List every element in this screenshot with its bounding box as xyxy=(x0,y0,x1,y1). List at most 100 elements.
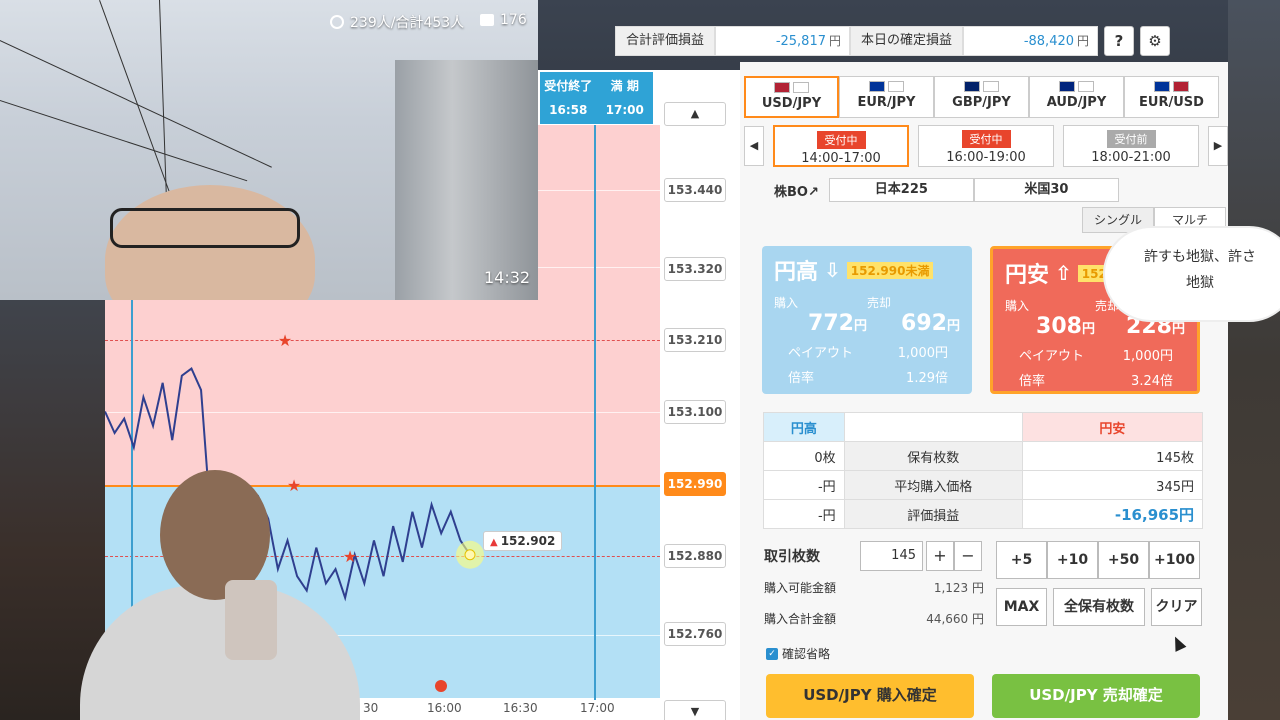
price-tick: 153.100 xyxy=(664,400,726,424)
quantity-input[interactable]: 145 xyxy=(860,541,923,571)
buy-price: 308 xyxy=(1036,314,1082,339)
help-button[interactable]: ? xyxy=(1104,26,1135,56)
quantity-plus-button[interactable]: + xyxy=(926,541,954,571)
cloud-line: 地獄 xyxy=(1186,275,1214,291)
payout-label: ペイアウト xyxy=(788,346,854,361)
table-row: -円 評価損益 -16,965円 xyxy=(763,499,1204,529)
pair-label: EUR/USD xyxy=(1139,95,1204,110)
stats-low-value: -16,965円 xyxy=(1021,499,1204,529)
au-flag-icon xyxy=(1059,81,1075,92)
time-slot[interactable]: 受付中 14:00-17:00 xyxy=(773,125,909,167)
jp-flag-icon xyxy=(983,81,999,92)
settings-button[interactable]: ⚙ xyxy=(1140,26,1171,56)
pair-tab-gbpjpy[interactable]: GBP/JPY xyxy=(934,76,1029,118)
increment-100-button[interactable]: +100 xyxy=(1149,541,1200,579)
slot-time: 16:00-19:00 xyxy=(946,150,1026,165)
expiry-label: 満 期 xyxy=(610,79,639,93)
up-triangle-icon: ▲ xyxy=(490,537,498,548)
yen-unit: 円 xyxy=(829,34,842,48)
scroll-down-button[interactable]: ▼ xyxy=(664,700,726,720)
pnl-bar: 合計評価損益 -25,817 円 本日の確定損益 -88,420 円 ? ⚙ xyxy=(615,24,1228,58)
stock-bo-row: 株BO↗ 日本225 米国30 xyxy=(774,178,1119,202)
available-amount-row: 購入可能金額 1,123 円 xyxy=(764,579,984,596)
payout-value: 1,000円 xyxy=(897,346,948,361)
deadline-box: 受付終了 満 期 16:58 17:00 xyxy=(540,72,653,124)
increment-10-button[interactable]: +10 xyxy=(1047,541,1098,579)
yen-unit: 円 xyxy=(1171,322,1185,337)
card-title: 円安 xyxy=(1005,263,1050,288)
today-confirmed-label: 本日の確定損益 xyxy=(850,26,964,56)
pair-label: GBP/JPY xyxy=(952,95,1011,110)
us-flag-icon xyxy=(774,82,790,93)
rate-label: 倍率 xyxy=(788,371,815,386)
slot-time: 18:00-21:00 xyxy=(1091,150,1171,165)
glasses-image xyxy=(110,208,300,248)
pair-label: AUD/JPY xyxy=(1046,95,1107,110)
jp-flag-icon xyxy=(1078,81,1094,92)
gear-icon: ⚙ xyxy=(1148,32,1162,50)
buy-label: 購入 xyxy=(1005,299,1030,313)
confirm-skip-checkbox[interactable]: ✓ 確認省略 xyxy=(766,645,830,662)
quantity-label: 取引枚数 xyxy=(764,549,820,565)
yen-unit: 円 xyxy=(946,319,960,334)
quantity-minus-button[interactable]: − xyxy=(954,541,982,571)
trading-panel: USD/JPY EUR/JPY GBP/JPY AUD/JPY EUR/USD … xyxy=(740,62,1228,720)
price-tick: 152.880 xyxy=(664,544,726,568)
comment-cloud: 許すも地獄、許さ 地獄 xyxy=(1105,228,1280,320)
today-confirmed-number: -88,420 xyxy=(1023,34,1075,49)
slot-prev-button[interactable]: ◀ xyxy=(744,126,764,166)
slot-next-button[interactable]: ▶ xyxy=(1208,126,1228,166)
time-tick: 17:00 xyxy=(580,701,615,715)
total-eval-value: -25,817 円 xyxy=(715,26,851,56)
pair-label: EUR/JPY xyxy=(857,95,916,110)
pair-tab-eurjpy[interactable]: EUR/JPY xyxy=(839,76,934,118)
total-amount-row: 購入合計金額 44,660 円 xyxy=(764,610,984,627)
pair-tab-eurusd[interactable]: EUR/USD xyxy=(1124,76,1219,118)
stock-button-nikkei[interactable]: 日本225 xyxy=(828,178,974,202)
yen-unit: 円 xyxy=(1081,322,1095,337)
clear-button[interactable]: クリア xyxy=(1151,588,1202,626)
stats-high-value: 0枚 xyxy=(763,441,845,471)
position-stats-table: 円高 円安 0枚 保有枚数 145枚 -円 平均購入価格 345円 -円 評価損… xyxy=(763,412,1204,529)
uk-flag-icon xyxy=(964,81,980,92)
total-label: 購入合計金額 xyxy=(764,612,837,626)
deadline-time: 16:58 xyxy=(549,103,588,117)
card-title: 円高 xyxy=(774,260,819,285)
card-condition: 152.990未満 xyxy=(846,261,934,279)
payout-label: ペイアウト xyxy=(1019,349,1085,364)
table-row: 0枚 保有枚数 145枚 xyxy=(763,441,1204,471)
increment-5-button[interactable]: +5 xyxy=(996,541,1047,579)
chat-icon xyxy=(480,14,494,26)
max-button[interactable]: MAX xyxy=(996,588,1047,626)
price-tick: 153.440 xyxy=(664,178,726,202)
stock-bo-link[interactable]: 株BO↗ xyxy=(774,181,819,200)
scroll-up-button[interactable]: ▲ xyxy=(664,102,726,126)
current-point xyxy=(464,549,476,561)
all-holdings-button[interactable]: 全保有枚数 xyxy=(1053,588,1145,626)
phone-image xyxy=(225,580,277,660)
increment-50-button[interactable]: +50 xyxy=(1098,541,1149,579)
camera-time: 14:32 xyxy=(484,268,531,287)
deadline-label: 受付終了 xyxy=(544,79,593,93)
buy-confirm-button[interactable]: USD/JPY 購入確定 xyxy=(766,674,974,718)
building-image xyxy=(395,60,538,300)
sell-confirm-button[interactable]: USD/JPY 売却確定 xyxy=(992,674,1200,718)
time-slot[interactable]: 受付前 18:00-21:00 xyxy=(1063,125,1199,167)
card-yen-high[interactable]: 円高 ⇩ 152.990未満 購入 772円 売却 692円 ペイアウト 1,000円… xyxy=(762,246,972,394)
background-right xyxy=(1228,0,1280,720)
wire-line xyxy=(159,0,168,220)
confirm-skip-label: 確認省略 xyxy=(782,647,831,661)
stats-header-high: 円高 xyxy=(763,412,845,442)
pair-label: USD/JPY xyxy=(761,96,822,111)
yen-unit: 円 xyxy=(853,319,867,334)
pair-tab-usdjpy[interactable]: USD/JPY xyxy=(744,76,839,118)
viewer-count-text: 239人/合計453人 xyxy=(350,15,465,31)
time-slot[interactable]: 受付中 16:00-19:00 xyxy=(918,125,1054,167)
pair-tab-audjpy[interactable]: AUD/JPY xyxy=(1029,76,1124,118)
streamer-overlay xyxy=(60,465,360,720)
stats-header-spacer xyxy=(843,412,1023,442)
time-tick: 16:30 xyxy=(503,701,538,715)
yen-unit: 円 xyxy=(1077,34,1090,48)
expiry-time: 17:00 xyxy=(605,103,644,117)
stock-button-us30[interactable]: 米国30 xyxy=(973,178,1119,202)
